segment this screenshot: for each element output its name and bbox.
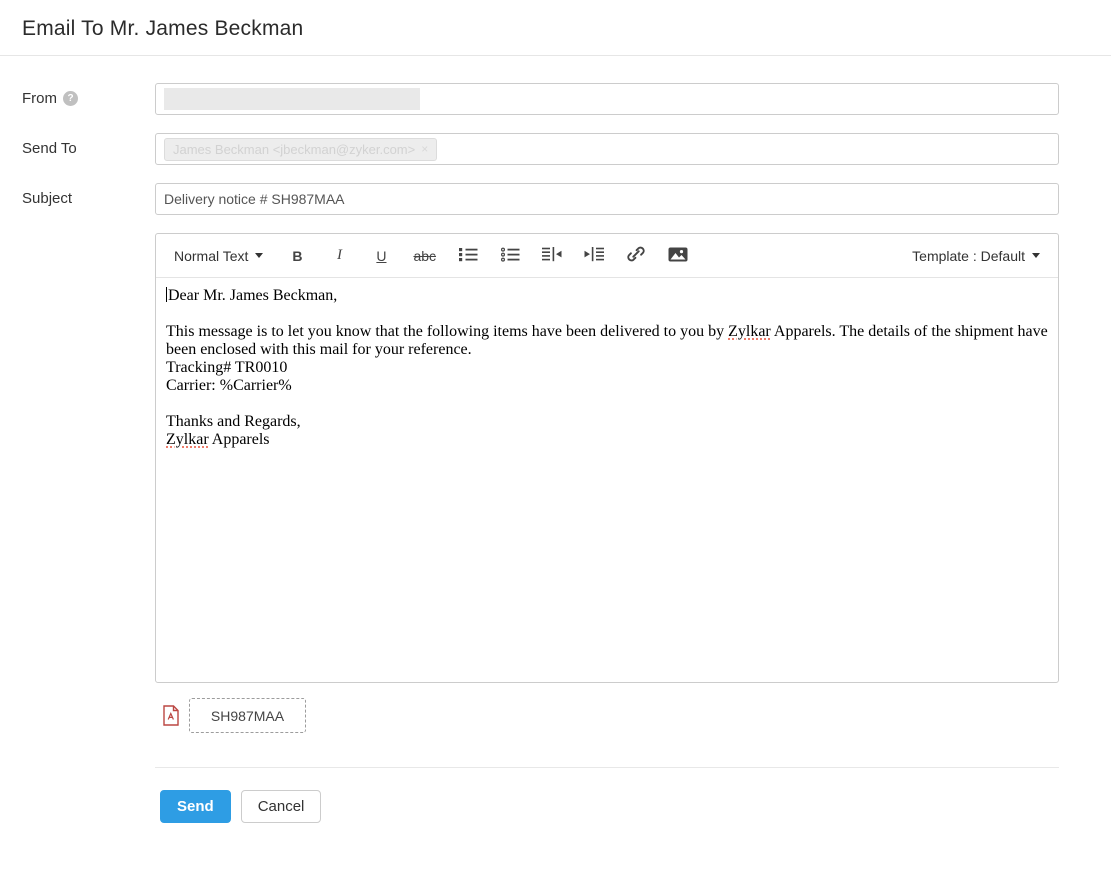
attachment-chip[interactable]: SH987MAA: [189, 698, 306, 733]
body-signature-line: Zylkar Apparels: [166, 431, 1048, 449]
attachment-file-name: SH987MAA: [211, 708, 284, 724]
subject-label: Subject: [22, 190, 72, 207]
subject-row: Subject Delivery notice # SH987MAA: [22, 183, 1059, 215]
from-field-col: [155, 83, 1059, 115]
from-input[interactable]: [155, 83, 1059, 115]
misspelled-word: Zylkar: [728, 323, 771, 340]
body-carrier-line: Carrier: %Carrier%: [166, 377, 1048, 395]
italic-button[interactable]: I: [329, 243, 349, 269]
action-buttons: Send Cancel: [155, 790, 1059, 823]
indent-button[interactable]: [584, 243, 604, 269]
image-icon: [668, 247, 688, 265]
from-label-col: From ?: [22, 83, 155, 115]
circle-list-icon: [501, 247, 520, 265]
bold-button[interactable]: B: [287, 243, 307, 269]
subject-field-col: Delivery notice # SH987MAA: [155, 183, 1059, 215]
send-to-row: Send To James Beckman <jbeckman@zyker.co…: [22, 133, 1059, 165]
page-title: Email To Mr. James Beckman: [22, 17, 1089, 41]
outdent-icon: [542, 247, 562, 265]
from-value-redacted: [164, 88, 420, 110]
from-row: From ?: [22, 83, 1059, 115]
email-body-textarea[interactable]: Dear Mr. James Beckman, This message is …: [156, 278, 1058, 682]
attachment-row: SH987MAA: [155, 698, 1059, 733]
pdf-file-icon: [163, 705, 179, 726]
subject-label-col: Subject: [22, 183, 155, 215]
chevron-down-icon: [1032, 253, 1040, 258]
text-cursor: [166, 287, 167, 302]
send-to-label-col: Send To: [22, 133, 155, 165]
cancel-button[interactable]: Cancel: [241, 790, 322, 823]
editor-field-col: Normal Text B I U abc: [155, 233, 1059, 823]
page-header: Email To Mr. James Beckman: [0, 0, 1111, 56]
template-dropdown-label: Template : Default: [912, 248, 1025, 264]
strikethrough-button[interactable]: abc: [413, 243, 436, 269]
chevron-down-icon: [255, 253, 263, 258]
editor-label-col: [22, 233, 155, 823]
body-tracking-line: Tracking# TR0010: [166, 359, 1048, 377]
chip-remove-icon[interactable]: ×: [421, 142, 428, 156]
editor-row: Normal Text B I U abc: [22, 233, 1059, 823]
recipient-chip[interactable]: James Beckman <jbeckman@zyker.com> ×: [164, 138, 437, 161]
email-compose-page: Email To Mr. James Beckman From ? Send T…: [0, 0, 1111, 823]
indent-icon: [584, 247, 604, 265]
divider: [155, 767, 1059, 768]
subject-input[interactable]: Delivery notice # SH987MAA: [155, 183, 1059, 215]
misspelled-word: Zylkar: [166, 431, 209, 448]
bullet-list-icon: [459, 247, 478, 265]
help-icon-glyph: ?: [67, 93, 73, 104]
send-to-input[interactable]: James Beckman <jbeckman@zyker.com> ×: [155, 133, 1059, 165]
send-to-field-col: James Beckman <jbeckman@zyker.com> ×: [155, 133, 1059, 165]
link-button[interactable]: [626, 243, 646, 269]
bullet-list-button[interactable]: [458, 243, 478, 269]
send-button[interactable]: Send: [160, 790, 231, 823]
recipient-chip-label: James Beckman <jbeckman@zyker.com>: [173, 142, 415, 157]
toolbar-buttons: B I U abc: [287, 243, 688, 269]
from-label: From: [22, 90, 57, 107]
link-icon: [627, 245, 645, 266]
circle-list-button[interactable]: [500, 243, 520, 269]
template-dropdown[interactable]: Template : Default: [912, 248, 1040, 264]
help-icon[interactable]: ?: [63, 91, 78, 106]
body-closing-line: Thanks and Regards,: [166, 413, 1048, 431]
format-dropdown-label: Normal Text: [174, 248, 248, 264]
outdent-button[interactable]: [542, 243, 562, 269]
format-dropdown[interactable]: Normal Text: [174, 248, 263, 264]
send-to-label: Send To: [22, 140, 77, 157]
rich-text-editor: Normal Text B I U abc: [155, 233, 1059, 683]
email-form: From ? Send To James Beckman <jbeckman@z…: [0, 56, 1111, 823]
subject-value: Delivery notice # SH987MAA: [164, 191, 345, 207]
body-greeting-line: Dear Mr. James Beckman,: [166, 287, 1048, 305]
underline-button[interactable]: U: [371, 243, 391, 269]
editor-toolbar: Normal Text B I U abc: [156, 234, 1058, 278]
body-paragraph: This message is to let you know that the…: [166, 323, 1048, 359]
image-button[interactable]: [668, 243, 688, 269]
